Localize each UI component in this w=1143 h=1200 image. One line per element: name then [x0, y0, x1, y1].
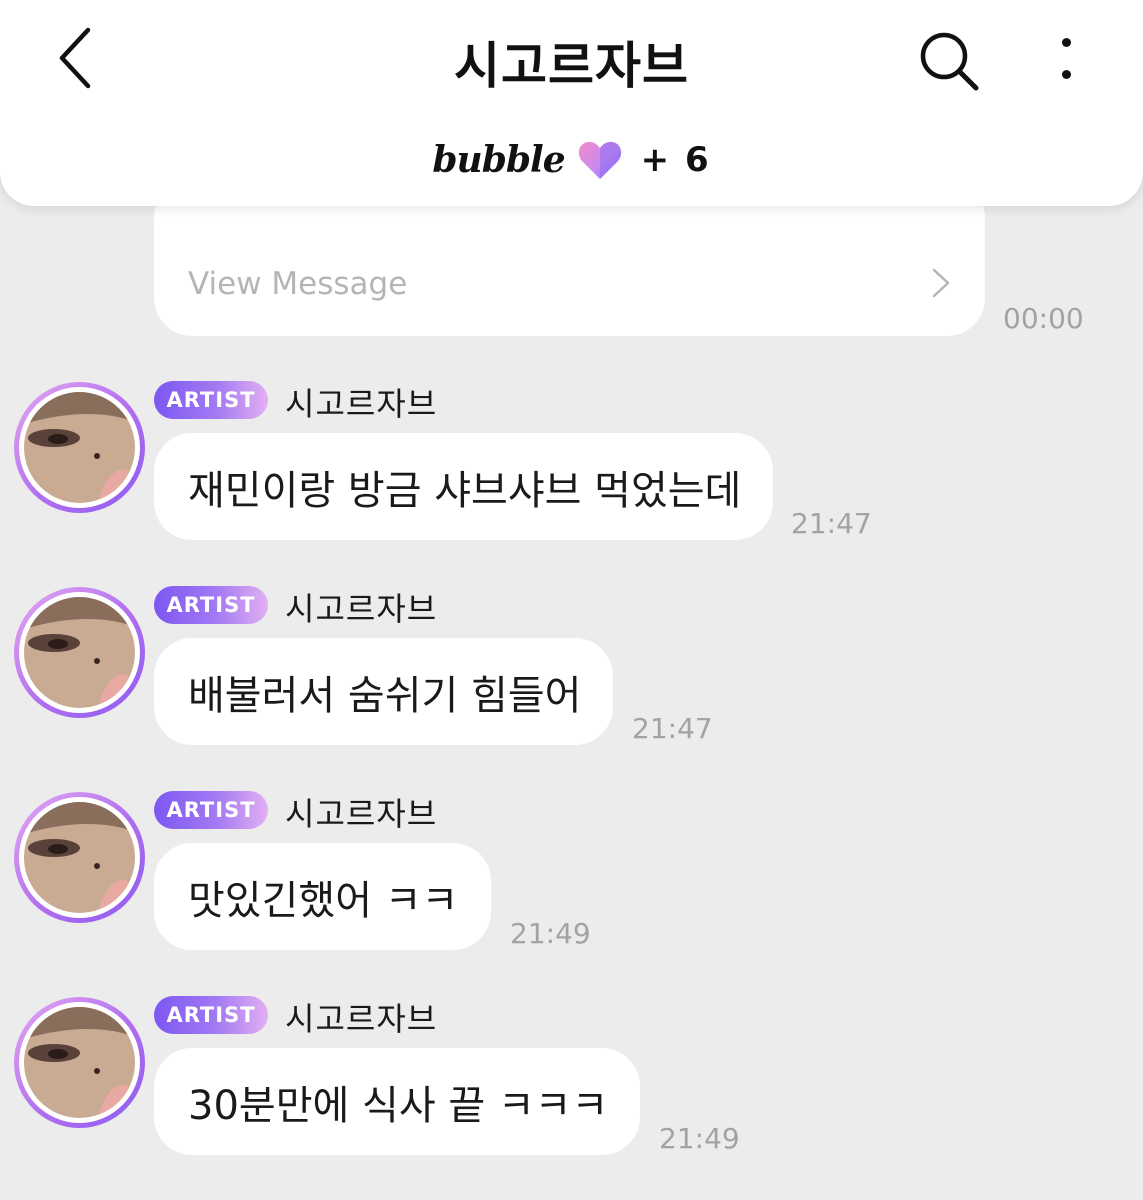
subscription-info: bubble + 6 [0, 132, 1143, 188]
more-options-button[interactable] [1048, 30, 1086, 90]
artist-badge: ARTIST [154, 791, 268, 829]
artist-badge: ARTIST [154, 996, 268, 1034]
profile-photo [24, 1007, 135, 1118]
member-count: + 6 [640, 140, 711, 180]
message-time: 21:47 [791, 507, 872, 540]
heart-icon [578, 141, 621, 179]
sender-name: 시고르자브 [285, 795, 438, 833]
profile-photo [24, 392, 135, 503]
sender-name: 시고르자브 [285, 590, 438, 628]
message-text: 재민이랑 방금 샤브샤브 먹었는데 [188, 467, 742, 514]
message-time: 21:49 [510, 917, 591, 950]
message-bubble[interactable]: 맛있긴했어 ㅋㅋ [154, 843, 491, 950]
profile-photo [24, 597, 135, 708]
artist-avatar[interactable] [14, 792, 145, 923]
artist-avatar[interactable] [14, 997, 145, 1128]
message-text: 30분만에 식사 끝 ㅋㅋㅋ [188, 1082, 609, 1129]
chat-header: 시고르자브 bubble + 6 [0, 0, 1143, 206]
artist-badge: ARTIST [154, 586, 268, 624]
message-bubble[interactable]: 배불러서 숨쉬기 힘들어 [154, 638, 613, 745]
message-bubble[interactable]: 30분만에 식사 끝 ㅋㅋㅋ [154, 1048, 640, 1155]
message-bubble[interactable]: 재민이랑 방금 샤브샤브 먹었는데 [154, 433, 773, 540]
artist-avatar[interactable] [14, 382, 145, 513]
message-time: 21:49 [659, 1122, 740, 1155]
search-button[interactable] [916, 28, 986, 94]
chat-screen: 시고르자브 bubble + 6 View Message 00:00 ARTI… [0, 0, 1143, 1200]
bubble-logo: bubble [432, 139, 565, 181]
chevron-right-icon [932, 268, 950, 298]
artist-badge: ARTIST [154, 381, 268, 419]
more-dot-icon [1062, 70, 1071, 79]
more-dot-icon [1062, 38, 1071, 47]
search-icon [920, 32, 979, 91]
sender-name: 시고르자브 [285, 1000, 438, 1038]
message-text: 배불러서 숨쉬기 힘들어 [188, 672, 582, 719]
message-text: 맛있긴했어 ㅋㅋ [188, 877, 459, 924]
sender-name: 시고르자브 [285, 385, 438, 423]
message-time: 00:00 [1003, 302, 1084, 335]
profile-photo [24, 802, 135, 913]
artist-avatar[interactable] [14, 587, 145, 718]
message-time: 21:47 [632, 712, 713, 745]
view-message-link[interactable]: View Message [188, 266, 407, 302]
